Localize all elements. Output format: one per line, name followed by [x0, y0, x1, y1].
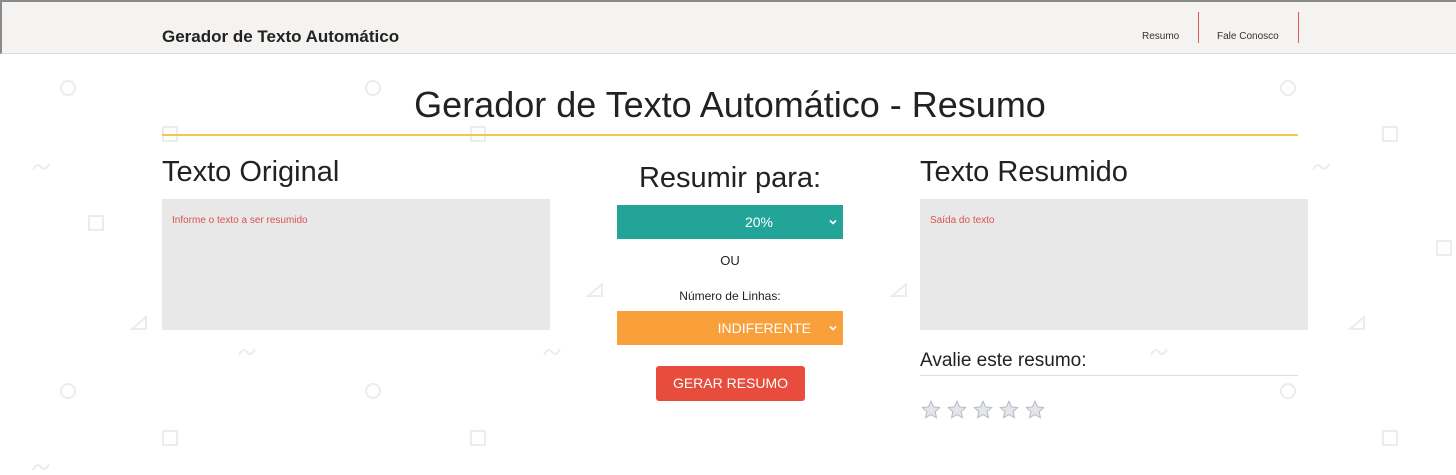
line-count-select-value: INDIFERENTE — [717, 320, 811, 336]
or-label: OU — [720, 253, 740, 268]
brand-title[interactable]: Gerador de Texto Automático — [162, 27, 399, 47]
original-text-input[interactable] — [162, 199, 550, 330]
square-shape — [162, 430, 178, 446]
summary-text-heading: Texto Resumido — [920, 156, 1128, 188]
summarize-to-heading: Resumir para: — [638, 162, 822, 194]
star-icon[interactable] — [946, 399, 968, 421]
star-icon[interactable] — [998, 399, 1020, 421]
square-shape — [470, 430, 486, 446]
line-count-label: Número de Linhas: — [679, 289, 781, 303]
star-icon[interactable] — [1024, 399, 1046, 421]
squiggle-shape — [32, 163, 50, 171]
squiggle-shape — [32, 463, 50, 471]
rating-heading: Avalie este resumo: — [920, 350, 1087, 371]
triangle-shape — [585, 281, 603, 297]
star-icon[interactable] — [972, 399, 994, 421]
rating-divider — [920, 375, 1298, 376]
triangle-shape — [889, 281, 907, 297]
title-divider — [162, 134, 1298, 136]
star-icon[interactable] — [920, 399, 942, 421]
nav-link-resumo[interactable]: Resumo — [1142, 31, 1179, 42]
summary-output[interactable] — [920, 199, 1308, 330]
squiggle-shape — [1150, 348, 1168, 356]
nav-link-fale-conosco[interactable]: Fale Conosco — [1217, 31, 1279, 42]
nav-divider — [1298, 12, 1299, 43]
square-shape — [1382, 126, 1398, 142]
generate-summary-button[interactable]: GERAR RESUMO — [656, 366, 805, 401]
line-count-select[interactable]: INDIFERENTE — [617, 311, 843, 345]
circle-shape — [60, 383, 76, 399]
circle-shape — [1280, 383, 1296, 399]
chevron-down-icon — [829, 219, 837, 225]
chevron-down-icon — [829, 325, 837, 331]
square-shape — [88, 215, 104, 231]
page-title: Gerador de Texto Automático - Resumo — [414, 84, 1046, 125]
triangle-shape — [129, 314, 147, 330]
percent-select[interactable]: 20% — [617, 205, 843, 239]
squiggle-shape — [543, 348, 561, 356]
circle-shape — [60, 80, 76, 96]
square-shape — [1382, 430, 1398, 446]
squiggle-shape — [1312, 163, 1330, 171]
square-shape — [1436, 240, 1452, 256]
nav-divider — [1198, 12, 1199, 43]
triangle-shape — [1347, 314, 1365, 330]
top-navbar: Gerador de Texto Automático Resumo Fale … — [0, 0, 1456, 54]
squiggle-shape — [238, 348, 256, 356]
original-text-heading: Texto Original — [162, 156, 340, 188]
percent-select-value: 20% — [744, 214, 773, 230]
circle-shape — [365, 383, 381, 399]
